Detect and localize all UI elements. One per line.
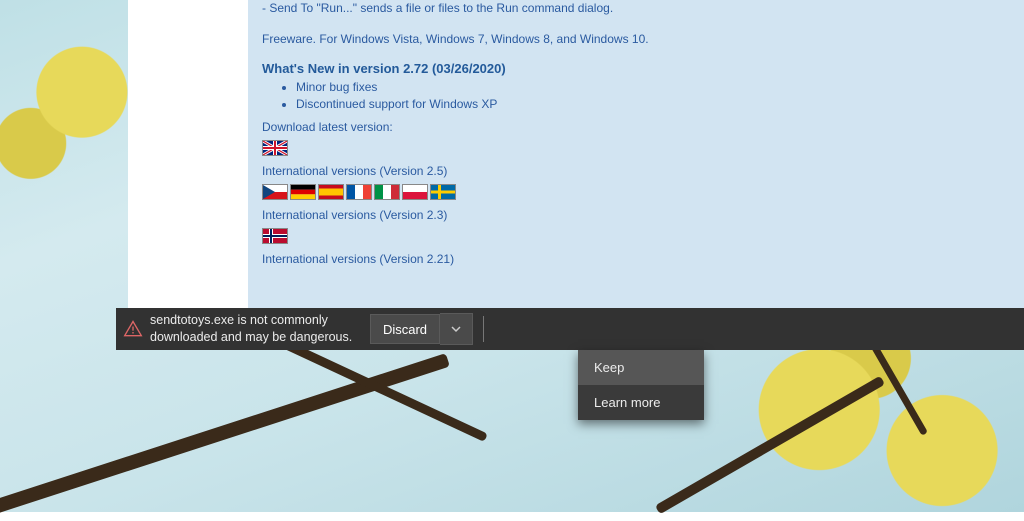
discard-button[interactable]: Discard [370,314,440,344]
chevron-down-icon [451,324,461,334]
download-warning-bar: sendtotoys.exe is not commonly downloade… [116,308,1024,350]
intl-221-link[interactable]: International versions (Version 2.21) [262,252,1010,266]
warning-line2: downloaded and may be dangerous. [150,329,364,346]
flag-es[interactable] [318,184,344,200]
page-content: - Send To "Run..." sends a file or files… [248,0,1024,308]
warning-text: sendtotoys.exe is not commonly downloade… [150,312,364,346]
whats-new-heading: What's New in version 2.72 (03/26/2020) [262,61,1010,76]
flag-no[interactable] [262,228,288,244]
flag-pl[interactable] [402,184,428,200]
flag-se[interactable] [430,184,456,200]
download-latest-label: Download latest version: [262,120,1010,134]
intl-25-link[interactable]: International versions (Version 2.5) [262,164,1010,178]
feature-description: - Send To "Run..." sends a file or files… [262,0,1010,17]
webpage-panel: - Send To "Run..." sends a file or files… [128,0,1024,308]
flag-de[interactable] [290,184,316,200]
flag-fr[interactable] [346,184,372,200]
page-sidebar [128,0,248,308]
list-item: Minor bug fixes [296,79,1010,96]
warning-line1: sendtotoys.exe is not commonly [150,312,364,329]
download-options-dropdown[interactable] [440,313,473,345]
flag-cz[interactable] [262,184,288,200]
learn-more-menuitem[interactable]: Learn more [578,385,704,420]
warning-icon [116,319,150,339]
flag-it[interactable] [374,184,400,200]
intl-23-link[interactable]: International versions (Version 2.3) [262,208,1010,222]
flag-uk[interactable] [262,140,288,156]
freeware-note: Freeware. For Windows Vista, Windows 7, … [262,31,1010,48]
separator [483,316,484,342]
keep-menuitem[interactable]: Keep [578,350,704,385]
download-options-menu: Keep Learn more [578,350,704,420]
list-item: Discontinued support for Windows XP [296,96,1010,113]
changes-list: Minor bug fixes Discontinued support for… [262,79,1010,114]
